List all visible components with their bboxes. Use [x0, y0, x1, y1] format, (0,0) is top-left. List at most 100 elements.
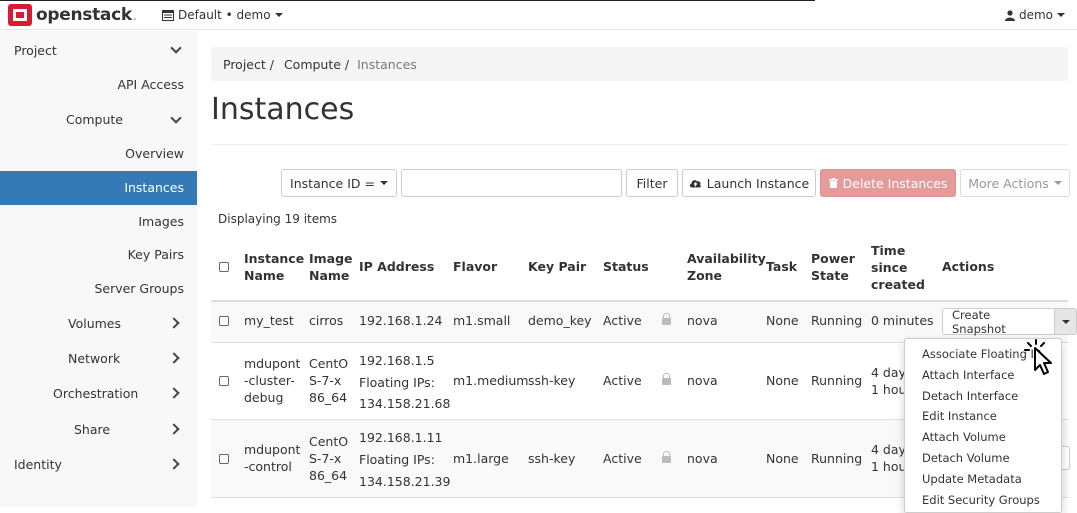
- filter-field-select[interactable]: Instance ID =: [281, 169, 397, 197]
- sidebar-item-overview[interactable]: Overview: [125, 146, 184, 161]
- flavor-link[interactable]: m1.large: [453, 450, 509, 467]
- sidebar-item-api-access[interactable]: API Access: [117, 77, 184, 92]
- instance-name-link[interactable]: mdupont -control: [244, 441, 300, 475]
- header-instance-name[interactable]: Instance Name: [244, 250, 304, 284]
- header-time-since-created[interactable]: Time since created: [871, 242, 925, 293]
- power-state: Running: [811, 451, 863, 466]
- row-actions-toggle[interactable]: [1062, 446, 1070, 470]
- breadcrumb-instances: Instances: [357, 57, 417, 72]
- filter-input[interactable]: [401, 169, 622, 197]
- flavor-link[interactable]: m1.medium: [453, 372, 528, 389]
- trash-icon: [828, 178, 838, 188]
- image-line: 86_64: [309, 468, 348, 483]
- sidebar-item-share[interactable]: Share: [74, 422, 110, 437]
- ip-address: 192.168.1.11 Floating IPs: 134.158.21.39: [359, 427, 450, 493]
- create-snapshot-button[interactable]: Create Snapshot: [942, 308, 1056, 336]
- ip-line: 134.158.21.68: [359, 396, 451, 411]
- task: None: [766, 313, 799, 328]
- menu-item-edit-instance[interactable]: Edit Instance: [905, 406, 1061, 427]
- header-text: Power: [811, 251, 855, 266]
- user-menu[interactable]: demo: [1004, 8, 1065, 22]
- chevron-right-icon[interactable]: [168, 458, 180, 470]
- filter-button[interactable]: Filter: [626, 169, 678, 197]
- header-image-name[interactable]: Image Name: [309, 250, 353, 284]
- breadcrumb-project[interactable]: Project /: [223, 57, 274, 72]
- header-status[interactable]: Status: [603, 258, 649, 275]
- image-line: 86_64: [309, 390, 348, 405]
- row-checkbox[interactable]: [219, 376, 229, 386]
- name-line: debug: [244, 390, 284, 405]
- chevron-down-icon: [1057, 13, 1065, 17]
- sidebar-item-instances[interactable]: Instances: [0, 171, 197, 205]
- name-line: mdupont: [244, 356, 301, 371]
- chevron-right-icon[interactable]: [168, 387, 180, 399]
- header-flavor[interactable]: Flavor: [453, 258, 497, 275]
- select-all-checkbox[interactable]: [219, 262, 229, 272]
- time-line: 4 day: [871, 365, 906, 380]
- header-text: State: [811, 268, 849, 283]
- top-navbar: openstack. Default • demo demo: [0, 0, 1077, 30]
- header-text: Name: [309, 268, 350, 283]
- sidebar-item-project[interactable]: Project: [14, 43, 57, 58]
- row-checkbox[interactable]: [219, 316, 229, 326]
- chevron-right-icon[interactable]: [168, 317, 180, 329]
- more-actions-button[interactable]: More Actions: [960, 169, 1070, 197]
- ip-line: 192.168.1.11: [359, 430, 443, 445]
- sidebar-item-orchestration[interactable]: Orchestration: [53, 386, 138, 401]
- instance-name-link[interactable]: mdupont -cluster- debug: [244, 355, 300, 406]
- chevron-right-icon[interactable]: [168, 352, 180, 364]
- image-line: CentO: [309, 434, 349, 449]
- flavor-link[interactable]: m1.small: [453, 312, 510, 329]
- status: Active: [603, 451, 642, 466]
- status: Active: [603, 373, 642, 388]
- menu-item-detach-interface[interactable]: Detach Interface: [905, 386, 1061, 407]
- sidebar-item-server-groups[interactable]: Server Groups: [94, 281, 184, 296]
- openstack-logo-icon: [8, 4, 32, 26]
- project-switcher[interactable]: Default • demo: [162, 8, 283, 22]
- sidebar-item-network[interactable]: Network: [68, 351, 120, 366]
- openstack-logo[interactable]: openstack.: [8, 3, 137, 27]
- header-task[interactable]: Task: [766, 258, 797, 275]
- menu-item-detach-volume[interactable]: Detach Volume: [905, 448, 1061, 469]
- task: None: [766, 373, 799, 388]
- instance-name-link[interactable]: my_test: [244, 312, 294, 329]
- sidebar-item-identity[interactable]: Identity: [14, 457, 62, 472]
- sidebar-item-key-pairs[interactable]: Key Pairs: [128, 247, 184, 262]
- header-text: Zone: [687, 268, 723, 283]
- lock-icon: [662, 373, 671, 385]
- ip-line: 134.158.21.39: [359, 474, 451, 489]
- image-line: CentO: [309, 356, 349, 371]
- brand-name: openstack: [36, 5, 132, 25]
- item-count: Displaying 19 items: [218, 212, 338, 226]
- sidebar-item-images[interactable]: Images: [138, 214, 184, 229]
- time-since-created: 4 day 1 hou: [871, 441, 906, 475]
- menu-item-update-metadata[interactable]: Update Metadata: [905, 469, 1061, 490]
- menu-item-edit-security-groups[interactable]: Edit Security Groups: [905, 490, 1061, 511]
- menu-item-attach-volume[interactable]: Attach Volume: [905, 427, 1061, 448]
- power-state: Running: [811, 313, 863, 328]
- delete-instances-button[interactable]: Delete Instances: [820, 169, 956, 197]
- header-availability-zone[interactable]: Availability Zone: [687, 250, 766, 284]
- breadcrumb-compute[interactable]: Compute /: [284, 57, 349, 72]
- row-checkbox[interactable]: [219, 454, 229, 464]
- launch-instance-button[interactable]: Launch Instance: [682, 169, 816, 197]
- launch-instance-label: Launch Instance: [706, 175, 810, 191]
- chevron-right-icon[interactable]: [168, 423, 180, 435]
- header-ip-address[interactable]: IP Address: [359, 258, 434, 275]
- name-line: mdupont: [244, 442, 301, 457]
- key-pair: ssh-key: [528, 451, 576, 466]
- chevron-down-icon[interactable]: [170, 42, 182, 54]
- name-line: -cluster-: [244, 373, 295, 388]
- status: Active: [603, 313, 642, 328]
- chevron-down-icon: [1053, 181, 1062, 185]
- delete-instances-label: Delete Instances: [842, 175, 948, 191]
- row-actions-toggle[interactable]: [1055, 308, 1077, 335]
- sidebar-item-compute[interactable]: Compute: [66, 112, 123, 127]
- chevron-down-icon: [1061, 319, 1070, 324]
- header-actions: Actions: [942, 259, 995, 274]
- header-power-state[interactable]: Power State: [811, 250, 855, 284]
- sidebar-item-volumes[interactable]: Volumes: [68, 316, 121, 331]
- header-key-pair[interactable]: Key Pair: [528, 258, 586, 275]
- filter-field-label: Instance ID =: [290, 175, 375, 191]
- chevron-down-icon[interactable]: [170, 112, 182, 124]
